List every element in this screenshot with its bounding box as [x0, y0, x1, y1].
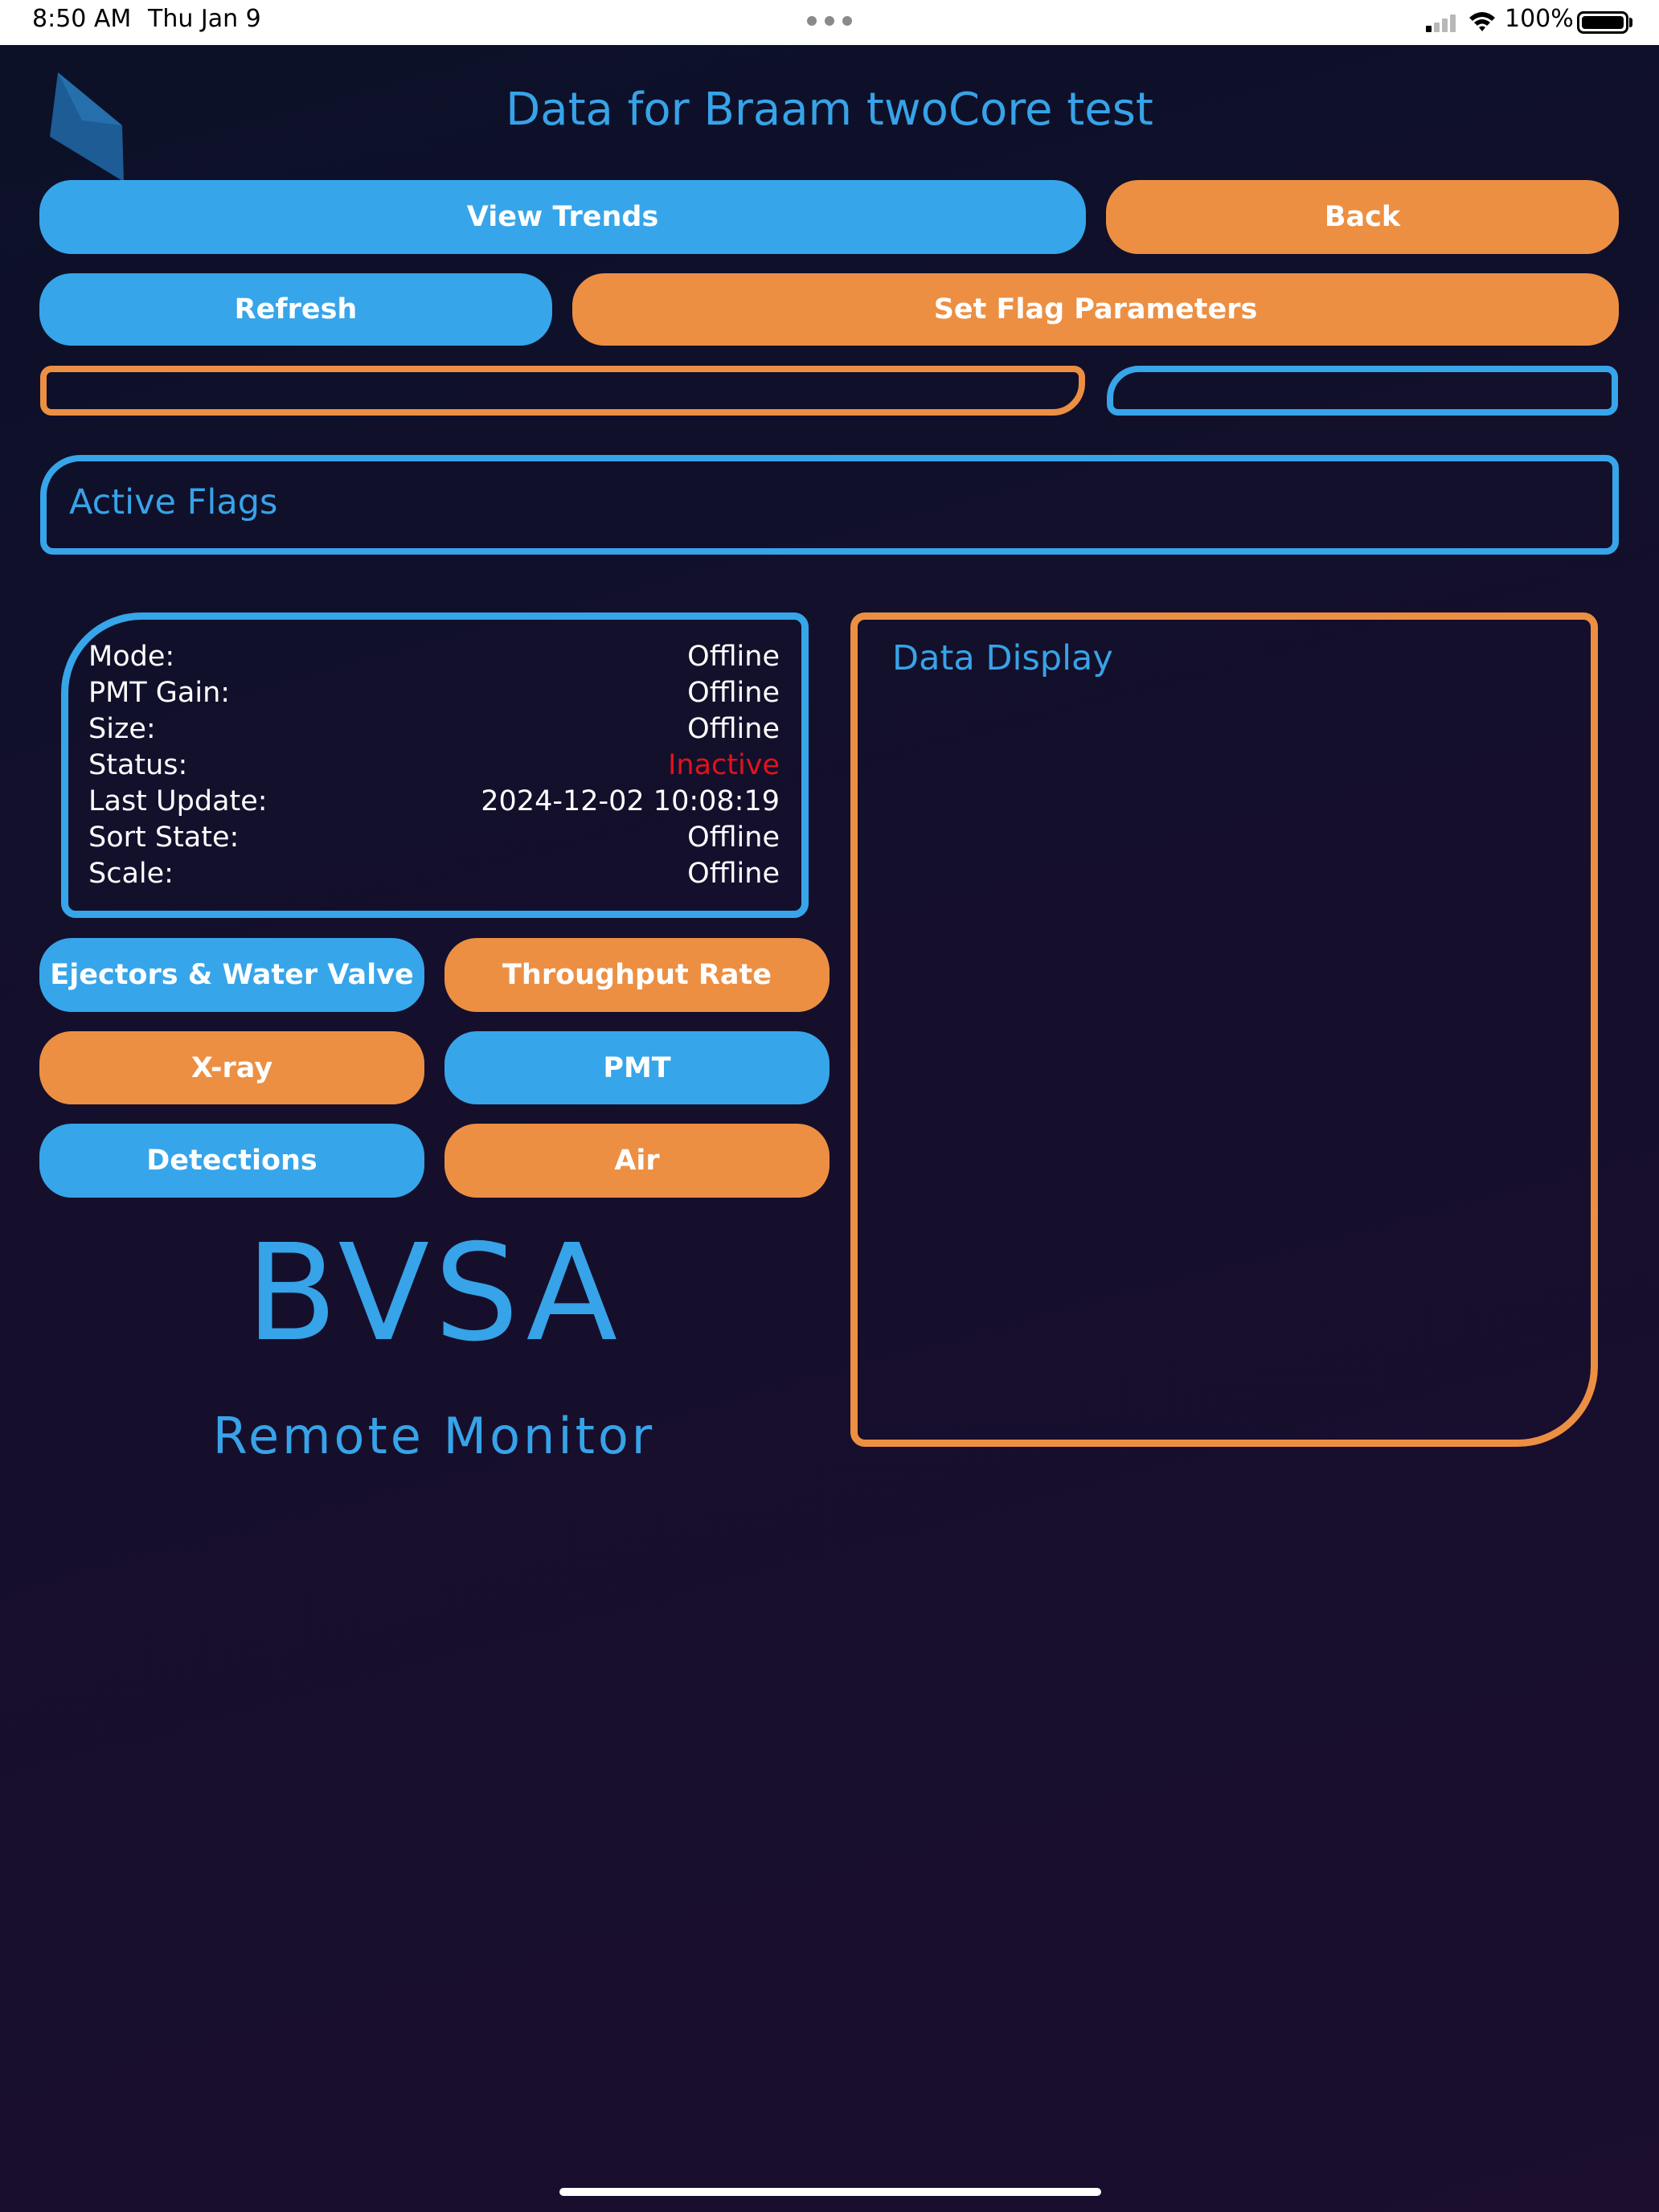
info-key: PMT Gain: [88, 677, 231, 709]
detections-button[interactable]: Detections [39, 1124, 424, 1198]
info-key: Scale: [88, 858, 174, 890]
wifi-icon [1469, 12, 1495, 31]
info-row-pmt-gain: PMT Gain: Offline [88, 677, 780, 713]
refresh-button[interactable]: Refresh [39, 273, 552, 346]
info-value: Offline [687, 858, 780, 890]
info-value: Offline [687, 821, 780, 854]
info-value: Offline [687, 641, 780, 673]
cellular-signal-icon [1426, 13, 1460, 32]
ejectors-water-valve-button[interactable]: Ejectors & Water Valve [39, 938, 424, 1012]
status-inactive-value: Inactive [668, 749, 780, 781]
info-key: Size: [88, 713, 156, 745]
xray-button[interactable]: X-ray [39, 1031, 424, 1104]
info-row-sort-state: Sort State: Offline [88, 821, 780, 858]
data-display-panel [850, 612, 1598, 1447]
view-trends-button[interactable]: View Trends [39, 180, 1086, 254]
data-display-label: Data Display [892, 638, 1113, 678]
back-button[interactable]: Back [1106, 180, 1619, 254]
battery-percent: 100% [1505, 5, 1574, 33]
multitasking-dots-icon[interactable] [807, 16, 852, 27]
status-time: 8:50 AM [32, 5, 132, 33]
air-button[interactable]: Air [444, 1124, 830, 1198]
info-row-status: Status: Inactive [88, 749, 780, 785]
status-date: Thu Jan 9 [148, 5, 261, 33]
remote-monitor-label: Remote Monitor [212, 1407, 656, 1465]
info-row-last-update: Last Update: 2024-12-02 10:08:19 [88, 785, 780, 821]
throughput-rate-button[interactable]: Throughput Rate [444, 938, 830, 1012]
info-row-size: Size: Offline [88, 713, 780, 749]
pmt-button[interactable]: PMT [444, 1031, 830, 1104]
info-key: Status: [88, 749, 188, 781]
info-value: Offline [687, 713, 780, 745]
battery-tip [1629, 18, 1632, 27]
info-value: 2024-12-02 10:08:19 [481, 785, 780, 817]
home-indicator[interactable] [559, 2188, 1101, 2196]
info-row-mode: Mode: Offline [88, 641, 780, 677]
bvsa-logo: BVSA [245, 1216, 623, 1371]
active-flags-label: Active Flags [69, 482, 278, 522]
info-row-scale: Scale: Offline [88, 858, 780, 894]
battery-icon [1577, 11, 1628, 34]
info-value: Offline [687, 677, 780, 709]
empty-status-bar-left [40, 366, 1085, 416]
empty-status-bar-right [1107, 366, 1618, 416]
info-key: Mode: [88, 641, 175, 673]
info-key: Sort State: [88, 821, 240, 854]
page-title: Data for Braam twoCore test [506, 84, 1153, 136]
set-flag-parameters-button[interactable]: Set Flag Parameters [572, 273, 1619, 346]
info-key: Last Update: [88, 785, 268, 817]
